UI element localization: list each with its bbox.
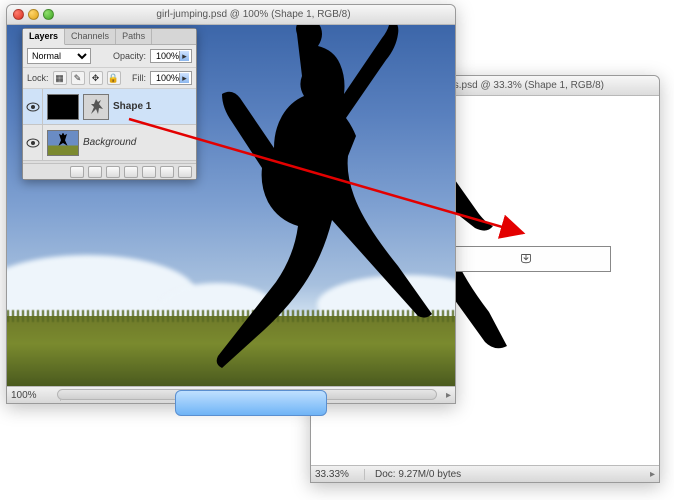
chevron-right-icon[interactable]: ▸	[179, 73, 189, 83]
layer-style-icon[interactable]	[88, 166, 102, 178]
layer-vector-mask[interactable]	[83, 94, 109, 120]
adjustment-layer-icon[interactable]	[124, 166, 138, 178]
layer-row-background[interactable]: Background	[23, 125, 196, 161]
new-layer-icon[interactable]	[160, 166, 174, 178]
panel-tabs: Layers Channels Paths	[23, 29, 196, 45]
visibility-toggle[interactable]	[23, 125, 43, 160]
blend-opacity-row: Normal Opacity: ▸	[23, 45, 196, 68]
opacity-field[interactable]: ▸	[150, 49, 192, 63]
minimize-icon[interactable]	[28, 9, 39, 20]
lock-transparency-icon[interactable]: ▦	[53, 71, 67, 85]
zoom-level[interactable]: 33.33%	[315, 469, 365, 480]
link-layers-icon[interactable]	[70, 166, 84, 178]
horizontal-scrollbar[interactable]	[57, 389, 437, 400]
fill-input[interactable]	[153, 73, 179, 83]
scrollbar-thumb[interactable]	[175, 390, 326, 416]
lock-fill-row: Lock: ▦ ✎ ✥ 🔒 Fill: ▸	[23, 68, 196, 89]
statusbar-menu-icon[interactable]: ▸	[645, 469, 655, 480]
window-title: girl-jumping.psd @ 100% (Shape 1, RGB/8)	[58, 9, 449, 20]
tab-channels[interactable]: Channels	[65, 29, 116, 44]
fill-field[interactable]: ▸	[150, 71, 192, 85]
delete-layer-icon[interactable]	[178, 166, 192, 178]
drop-target-hint	[441, 246, 611, 272]
blend-mode-select[interactable]: Normal	[27, 48, 91, 64]
group-icon[interactable]	[142, 166, 156, 178]
layer-name[interactable]: Shape 1	[113, 101, 151, 112]
lock-label: Lock:	[27, 73, 49, 83]
lock-position-icon[interactable]: ✥	[89, 71, 103, 85]
zoom-level[interactable]: 100%	[11, 390, 61, 401]
status-bar: 33.33% Doc: 9.27M/0 bytes ▸	[311, 465, 659, 482]
eye-icon	[26, 138, 40, 148]
close-icon[interactable]	[13, 9, 24, 20]
tab-layers[interactable]: Layers	[23, 29, 65, 45]
layer-name[interactable]: Background	[83, 137, 136, 148]
layer-thumbnail[interactable]	[47, 130, 79, 156]
opacity-input[interactable]	[153, 51, 179, 61]
layers-panel[interactable]: Layers Channels Paths Normal Opacity: ▸ …	[22, 28, 197, 180]
tab-paths[interactable]: Paths	[116, 29, 152, 44]
layer-row-shape1[interactable]: Shape 1	[23, 89, 196, 125]
layer-list: Shape 1 Background	[23, 89, 196, 163]
statusbar-menu-icon[interactable]: ▸	[441, 390, 451, 401]
lock-all-icon[interactable]: 🔒	[107, 71, 121, 85]
doc-info: Doc: 9.27M/0 bytes	[375, 469, 635, 480]
fill-label: Fill:	[132, 73, 146, 83]
eye-icon	[26, 102, 40, 112]
layer-mask-icon[interactable]	[106, 166, 120, 178]
lock-image-icon[interactable]: ✎	[71, 71, 85, 85]
chevron-right-icon[interactable]: ▸	[179, 51, 189, 61]
layer-thumbnail-fill[interactable]	[47, 94, 79, 120]
opacity-label: Opacity:	[113, 51, 146, 61]
visibility-toggle[interactable]	[23, 89, 43, 124]
panel-footer	[23, 163, 196, 179]
titlebar[interactable]: girl-jumping.psd @ 100% (Shape 1, RGB/8)	[7, 5, 455, 25]
zoom-icon[interactable]	[43, 9, 54, 20]
